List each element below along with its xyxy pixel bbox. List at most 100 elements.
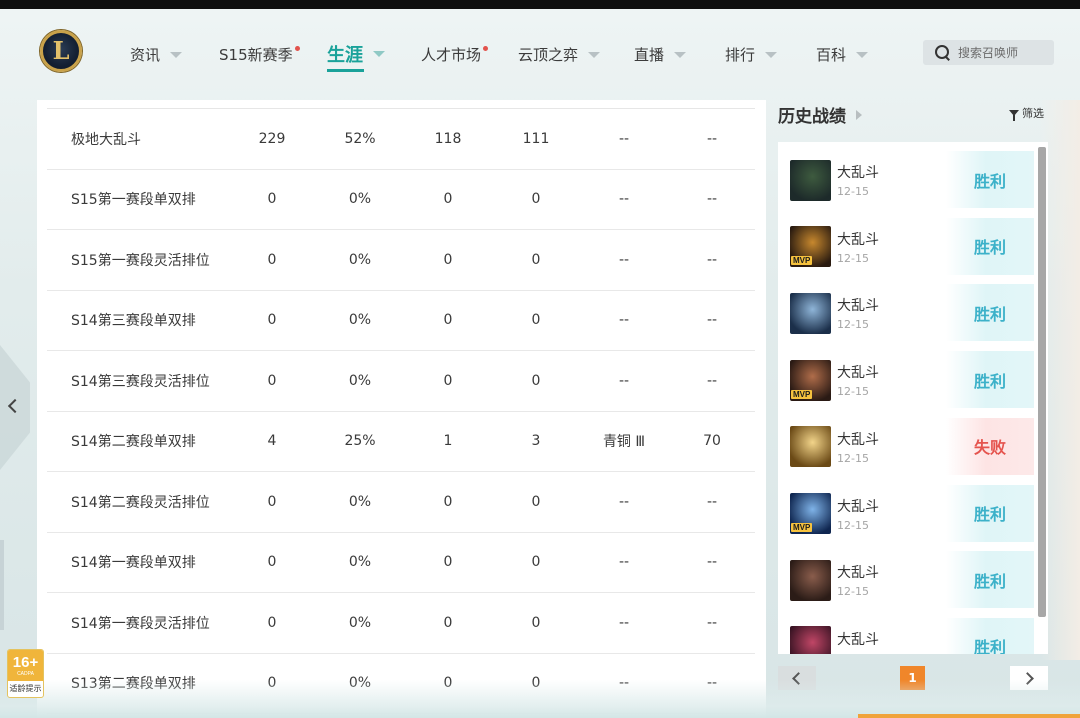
match-history-item[interactable]: 大乱斗 12-15 失败 (786, 417, 1034, 476)
match-result-badge: 胜利 (946, 217, 1034, 275)
chevron-down-icon (170, 51, 183, 58)
chevron-left-icon (791, 674, 803, 683)
nav-item-2[interactable]: 生涯 (327, 41, 385, 72)
stat-cell: 0 (531, 493, 541, 510)
queue-name-cell: 极地大乱斗 (71, 131, 141, 148)
nav-item-0[interactable]: 资讯 (130, 44, 183, 65)
stat-cell: 111 (522, 130, 550, 147)
match-history-item[interactable]: MVP 大乱斗 12-15 胜利 (786, 484, 1034, 543)
history-title[interactable]: 历史战绩 (778, 102, 862, 127)
nav-item-label: 人才市场 (421, 46, 482, 64)
nav-item-6[interactable]: 排行 (725, 44, 778, 65)
match-history-item[interactable]: MVP 大乱斗 12-15 胜利 (786, 217, 1034, 276)
stat-cell: 52% (344, 130, 376, 147)
pager-next-button[interactable] (1010, 666, 1048, 690)
queue-name-cell: S14第三赛段单双排 (71, 313, 196, 330)
nav-item-4[interactable]: 云顶之弈 (518, 44, 601, 65)
stat-cell: 0 (443, 372, 453, 389)
match-mode: 大乱斗 (837, 631, 879, 648)
search-box[interactable] (923, 40, 1054, 65)
match-info: 大乱斗 12-15 (837, 429, 879, 465)
chevron-down-icon (856, 51, 869, 58)
stat-cell: 0% (348, 312, 372, 329)
stat-cell: 青铜 Ⅲ (602, 434, 646, 451)
match-info: 大乱斗 12-15 (837, 295, 879, 331)
stat-cell: 0 (531, 675, 541, 692)
match-date: 12-15 (837, 318, 869, 332)
match-mode: 大乱斗 (837, 165, 879, 181)
chevron-left-icon[interactable] (10, 398, 21, 414)
nav-item-3[interactable]: 人才市场 (421, 44, 489, 65)
history-title-text: 历史战绩 (778, 107, 846, 127)
search-icon[interactable] (935, 44, 951, 61)
stat-cell: 118 (434, 130, 462, 147)
match-date: 12-15 (837, 585, 869, 599)
stat-cell: 0 (443, 312, 453, 329)
chevron-right-icon (856, 109, 862, 120)
champion-portrait (790, 159, 831, 201)
match-history-item[interactable]: MVP 大乱斗 12-15 胜利 (786, 351, 1034, 409)
search-input[interactable] (958, 45, 1053, 60)
stat-cell: 0 (267, 191, 277, 208)
stat-cell: -- (618, 312, 630, 329)
match-history-item[interactable]: 大乱斗 12-15 胜利 (786, 151, 1034, 209)
match-history-item[interactable]: 大乱斗 12-15 胜利 (786, 284, 1034, 342)
table-row: S14第三赛段灵活排位 0 0% 0 0 -- -- (47, 351, 755, 412)
mvp-badge: MVP (791, 523, 813, 532)
queue-name-cell: S14第一赛段单双排 (71, 555, 196, 572)
nav-item-7[interactable]: 百科 (816, 44, 869, 65)
queue-name-cell: S15第一赛段单双排 (71, 192, 196, 209)
new-dot-icon (483, 46, 489, 51)
stat-cell: 0 (531, 251, 541, 268)
nav-item-label: 云顶之弈 (518, 46, 579, 64)
history-scrollbar[interactable] (1038, 147, 1046, 617)
champion-portrait: MVP (790, 493, 831, 534)
top-nav: 资讯 S15新赛季 生涯 人才市场 云顶之弈 直播 排行 百科 (0, 0, 1080, 100)
stat-cell: 3 (531, 433, 541, 450)
filter-icon (1009, 110, 1019, 121)
nav-item-5[interactable]: 直播 (634, 44, 687, 65)
stat-cell: -- (618, 614, 630, 631)
queue-name-cell: S14第二赛段灵活排位 (71, 494, 210, 511)
match-date: 12-15 (837, 251, 869, 265)
stat-cell: 0 (267, 493, 277, 510)
match-history-item[interactable]: 大乱斗 12-15 胜利 (786, 617, 1034, 654)
table-row: S13第二赛段单双排 0 0% 0 0 -- -- (47, 654, 755, 714)
table-row: S14第一赛段灵活排位 0 0% 0 0 -- -- (47, 593, 755, 654)
match-info: 大乱斗 12-15 (837, 229, 879, 265)
match-result-badge: 胜利 (946, 151, 1034, 208)
pager-prev-button[interactable] (778, 666, 816, 690)
match-mode: 大乱斗 (837, 231, 879, 248)
table-row: S14第一赛段单双排 0 0% 0 0 -- -- (47, 533, 755, 593)
match-info: 大乱斗 12-15 (837, 629, 879, 654)
stat-cell: -- (618, 372, 630, 389)
nav-item-1[interactable]: S15新赛季 (219, 44, 300, 65)
stat-cell: -- (706, 554, 718, 571)
stat-cell: -- (618, 493, 630, 510)
stat-cell: 25% (344, 433, 376, 450)
stat-cell: -- (618, 251, 630, 268)
champion-portrait: MVP (790, 226, 831, 268)
stat-cell: 0% (348, 251, 372, 268)
nav-item-label: 生涯 (327, 45, 363, 66)
match-history-item[interactable]: 大乱斗 12-15 胜利 (786, 551, 1034, 609)
stat-cell: 0 (443, 554, 453, 571)
queue-name-cell: S14第三赛段灵活排位 (71, 373, 210, 390)
stat-cell: -- (706, 251, 718, 268)
match-date: 12-15 (837, 385, 869, 399)
match-result-badge: 胜利 (946, 351, 1034, 409)
age-rating-badge[interactable]: 16+ CADPA 适龄提示 (7, 649, 44, 698)
pager-current-page[interactable]: 1 (900, 666, 925, 690)
match-info: 大乱斗 12-15 (837, 562, 879, 598)
match-mode: 大乱斗 (837, 565, 879, 582)
filter-button[interactable]: 筛选 (1009, 105, 1044, 121)
match-result-badge: 胜利 (946, 551, 1034, 609)
match-info: 大乱斗 12-15 (837, 362, 879, 398)
stat-cell: 0% (348, 554, 372, 571)
match-mode: 大乱斗 (837, 498, 879, 515)
nav-item-label: 百科 (816, 46, 847, 64)
match-date: 12-15 (837, 518, 869, 532)
table-row: 极地大乱斗 229 52% 118 111 -- -- (47, 109, 755, 170)
match-mode: 大乱斗 (837, 365, 879, 382)
match-history-list: 大乱斗 12-15 胜利 MVP 大乱斗 12-15 胜利 大乱斗 12-15 胜利 MVP 大乱斗 1… (778, 142, 1048, 654)
